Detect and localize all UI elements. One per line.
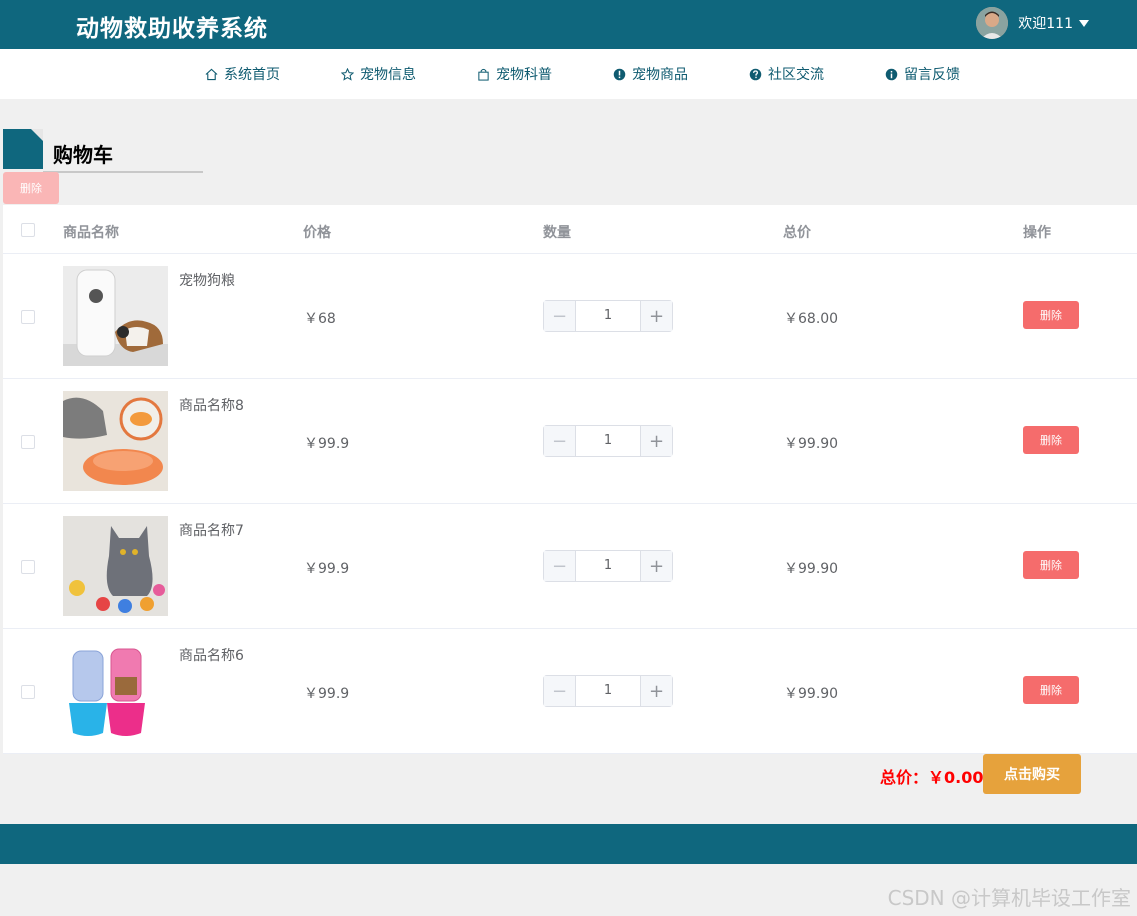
product-image [63,266,168,366]
product-name: 商品名称8 [179,398,244,414]
table-row: 商品名称8 ￥99.9 − 1 + ￥99.90 删除 [3,379,1137,504]
watermark: CSDN @计算机毕设工作室 [887,886,1131,910]
nav-label: 社区交流 [768,67,824,83]
delete-row-button[interactable]: 删除 [1023,676,1079,704]
cart-table: 商品名称 价格 数量 总价 操作 宠物狗粮 ￥68 − 1 + ￥68.00 删… [3,205,1137,754]
row-checkbox[interactable] [21,435,35,449]
increase-button[interactable]: + [640,301,672,331]
delete-selected-button[interactable]: 删除 [3,172,59,204]
quantity-stepper: − 1 + [543,550,673,582]
star-icon [341,67,354,81]
nav-item-community[interactable]: 社区交流 [749,49,824,99]
quantity-stepper: − 1 + [543,425,673,457]
product-name: 商品名称6 [179,648,244,664]
delete-row-button[interactable]: 删除 [1023,301,1079,329]
title-fold-corner [31,129,43,141]
table-row: 宠物狗粮 ￥68 − 1 + ￥68.00 删除 [3,254,1137,379]
nav-label: 留言反馈 [904,67,960,83]
main-nav: 系统首页 宠物信息 宠物科普 宠物商品 社区交流 留言反馈 [0,49,1137,99]
increase-button[interactable]: + [640,676,672,706]
increase-button[interactable]: + [640,551,672,581]
user-menu[interactable]: 欢迎111 [976,7,1089,39]
nav-item-feedback[interactable]: 留言反馈 [885,49,960,99]
footer-bar [0,824,1137,864]
nav-item-pet-info[interactable]: 宠物信息 [341,49,416,99]
caret-down-icon [1079,19,1089,27]
row-checkbox[interactable] [21,560,35,574]
row-total: ￥99.90 [784,686,839,702]
table-row: 商品名称6 ￥99.9 − 1 + ￥99.90 删除 [3,629,1137,754]
decrease-button[interactable]: − [544,426,576,456]
row-total: ￥99.90 [784,561,839,577]
app-title: 动物救助收养系统 [76,16,268,42]
header-action: 操作 [1023,225,1051,241]
table-row: 商品名称7 ￥99.9 − 1 + ￥99.90 删除 [3,504,1137,629]
info-circle-icon [613,68,626,80]
nav-label: 宠物商品 [632,67,688,83]
welcome-text: 欢迎111 [1018,16,1073,32]
nav-item-pet-goods[interactable]: 宠物商品 [613,49,688,99]
buy-button[interactable]: 点击购买 [983,754,1081,794]
delete-row-button[interactable]: 删除 [1023,426,1079,454]
row-total: ￥68.00 [784,311,839,327]
product-price: ￥99.9 [304,436,350,452]
page-title: 购物车 [53,143,113,167]
product-name: 商品名称7 [179,523,244,539]
select-all-checkbox[interactable] [21,223,35,237]
table-header: 商品名称 价格 数量 总价 操作 [3,205,1137,254]
nav-item-home[interactable]: 系统首页 [205,49,280,99]
header-price: 价格 [303,225,331,241]
info-icon [885,68,898,80]
header-name: 商品名称 [63,225,119,241]
user-avatar [976,7,1009,39]
product-price: ￥68 [304,311,336,327]
decrease-button[interactable]: − [544,301,576,331]
decrease-button[interactable]: − [544,676,576,706]
product-image [63,641,168,741]
quantity-stepper: − 1 + [543,300,673,332]
top-header: 动物救助收养系统 欢迎111 [0,0,1137,49]
quantity-input[interactable]: 1 [576,426,640,456]
nav-label: 系统首页 [224,67,280,83]
quantity-stepper: − 1 + [543,675,673,707]
nav-item-pet-science[interactable]: 宠物科普 [477,49,552,99]
row-checkbox[interactable] [21,310,35,324]
product-image [63,391,168,491]
row-checkbox[interactable] [21,685,35,699]
product-price: ￥99.9 [304,686,350,702]
decrease-button[interactable]: − [544,551,576,581]
row-total: ￥99.90 [784,436,839,452]
quantity-input[interactable]: 1 [576,551,640,581]
home-icon [205,68,218,80]
quantity-input[interactable]: 1 [576,676,640,706]
cart-total: 总价：￥0.00 [880,768,984,787]
increase-button[interactable]: + [640,426,672,456]
header-total: 总价 [783,225,811,241]
delete-row-button[interactable]: 删除 [1023,551,1079,579]
question-circle-icon [749,68,762,80]
title-underline [43,171,203,173]
product-image [63,516,168,616]
bag-icon [478,68,489,81]
header-quantity: 数量 [543,225,571,241]
nav-label: 宠物科普 [496,67,552,83]
quantity-input[interactable]: 1 [576,301,640,331]
product-name: 宠物狗粮 [179,273,235,289]
product-price: ￥99.9 [304,561,350,577]
nav-label: 宠物信息 [360,67,416,83]
